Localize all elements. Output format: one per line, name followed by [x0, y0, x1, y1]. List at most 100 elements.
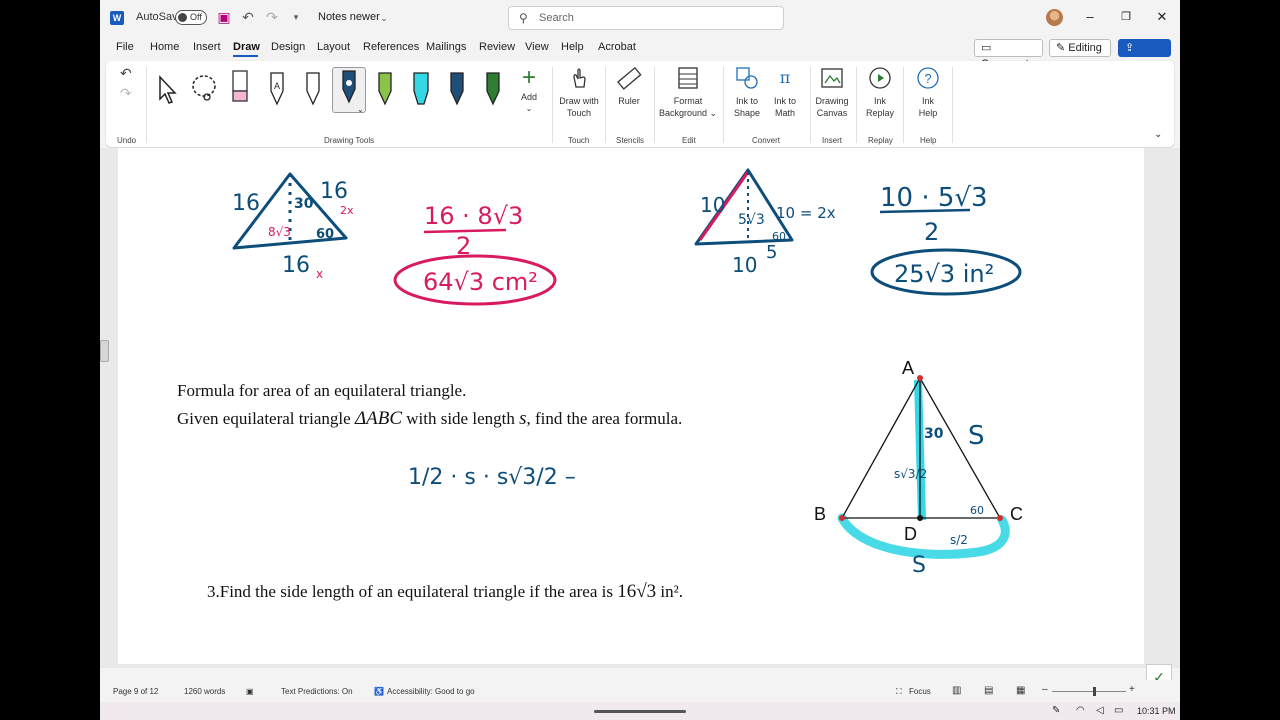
group-label-edit: Edit — [682, 136, 696, 145]
page-count[interactable]: Page 9 of 12 — [113, 687, 158, 696]
focus-mode[interactable]: Focus — [909, 687, 931, 696]
pen-blue-selected-icon[interactable] — [338, 69, 360, 105]
taskbar-handle[interactable] — [594, 710, 686, 713]
text-predictions[interactable]: Text Predictions: On — [281, 687, 353, 696]
drawing-canvas-label-1: Drawing — [815, 96, 849, 106]
tab-review[interactable]: Review — [479, 41, 515, 53]
ink-t2-base: 10 — [732, 253, 757, 277]
tab-insert[interactable]: Insert — [193, 41, 221, 53]
pen-navy-icon[interactable] — [446, 71, 468, 107]
ink-replay-button[interactable]: Ink Replay — [864, 65, 896, 119]
figure-point-c — [997, 515, 1003, 521]
pen-tray-icon[interactable]: ✎ — [1052, 705, 1060, 716]
minimize-icon[interactable]: – — [1082, 9, 1098, 25]
tab-home[interactable]: Home — [150, 41, 179, 53]
search-box[interactable]: ⚲ Search — [508, 6, 784, 30]
ink-layer[interactable]: 16 16 2x 30 60 8√3 16 x 16 · 8√3 2 64√3 … — [118, 148, 1144, 664]
accessibility-status[interactable]: Accessibility: Good to go — [387, 687, 475, 696]
read-mode-icon[interactable]: ▥ — [952, 685, 961, 696]
math-pi-icon: π — [780, 68, 791, 87]
title-chevron-icon[interactable]: ⌄ — [376, 10, 392, 26]
tab-file[interactable]: File — [116, 41, 134, 53]
select-objects-icon[interactable] — [156, 75, 180, 105]
ink-to-math-button[interactable]: π Ink to Math — [768, 65, 802, 119]
share-button[interactable]: ⇪ Share ⌄ — [1118, 39, 1171, 86]
close-icon[interactable]: ✕ — [1154, 9, 1170, 25]
web-layout-icon[interactable]: ▦ — [1016, 685, 1025, 696]
tab-help[interactable]: Help — [561, 41, 584, 53]
ruler-icon — [617, 66, 642, 90]
format-background-button[interactable]: Format Background ⌄ — [658, 65, 718, 119]
tab-mailings[interactable]: Mailings — [426, 41, 466, 53]
word-count[interactable]: 1260 words — [184, 687, 225, 696]
proofing-icon[interactable]: ▣ — [246, 687, 254, 696]
ink-t1-base: 16 — [282, 253, 310, 278]
document-title[interactable]: Notes newer — [318, 11, 380, 23]
volume-icon[interactable]: ◁ — [1096, 705, 1104, 716]
background-icon — [678, 67, 698, 89]
eraser-icon[interactable] — [230, 69, 250, 105]
zoom-out-icon[interactable]: – — [1042, 684, 1048, 695]
user-avatar[interactable] — [1046, 9, 1063, 26]
customize-qat-icon[interactable]: ▾ — [288, 9, 304, 25]
tab-references[interactable]: References — [363, 41, 419, 53]
pen-options-chevron-icon[interactable]: ⌄ — [357, 105, 364, 114]
tab-acrobat[interactable]: Acrobat — [598, 41, 636, 53]
ink-help-label-1: Ink — [921, 96, 934, 106]
zoom-slider[interactable] — [1052, 691, 1126, 692]
comments-button[interactable]: ▭ Comments — [974, 39, 1043, 70]
autosave-toggle[interactable]: Off — [175, 10, 207, 25]
tab-draw[interactable]: Draw — [233, 41, 260, 53]
pencil-green-icon[interactable] — [374, 71, 396, 107]
comment-icon: ▭ — [981, 42, 992, 54]
group-label-touch: Touch — [568, 136, 590, 145]
svg-text:A: A — [274, 81, 280, 91]
ribbon-separator — [723, 67, 724, 143]
shape-icon — [736, 67, 758, 89]
draw-with-touch-button[interactable]: Draw with Touch — [556, 65, 602, 119]
undo-icon[interactable]: ↶ — [240, 9, 256, 25]
navigation-pane-handle[interactable] — [100, 340, 109, 362]
pen-white-icon[interactable] — [302, 71, 324, 107]
highlight-base-arc — [837, 513, 1010, 559]
ink-help-button[interactable]: ? Ink Help — [912, 65, 944, 119]
search-icon: ⚲ — [519, 11, 528, 25]
add-label: Add — [520, 92, 537, 102]
print-layout-icon[interactable]: ▤ — [984, 685, 993, 696]
ribbon-separator — [552, 67, 553, 143]
zoom-slider-thumb[interactable] — [1093, 687, 1096, 696]
redo-icon[interactable]: ↷ — [264, 9, 280, 25]
restore-icon[interactable]: ❐ — [1118, 9, 1134, 25]
tab-view[interactable]: View — [525, 41, 549, 53]
clock[interactable]: 10:31 PM — [1137, 706, 1176, 716]
collapse-ribbon-icon[interactable]: ⌄ — [1154, 129, 1162, 140]
undo-ribbon-icon[interactable]: ↶ — [120, 65, 132, 82]
editing-mode-button[interactable]: ✎ Editing ⌄ — [1049, 39, 1111, 70]
status-bar: Page 9 of 12 1260 words ▣ Text Predictio… — [100, 680, 1180, 702]
ink-t1-altitude: 8√3 — [268, 225, 291, 239]
pen-green-icon[interactable] — [482, 71, 504, 107]
ruler-button[interactable]: Ruler — [612, 65, 646, 107]
drawing-canvas-button[interactable]: Drawing Canvas — [814, 65, 850, 119]
search-placeholder: Search — [539, 12, 574, 24]
group-label-insert: Insert — [822, 136, 843, 145]
zoom-in-icon[interactable]: + — [1129, 684, 1135, 695]
add-pen-button[interactable]: + Add ⌄ — [516, 65, 542, 115]
lasso-select-icon[interactable] — [190, 73, 220, 105]
battery-icon[interactable]: ▭ — [1114, 705, 1123, 716]
ribbon-separator — [810, 67, 811, 143]
draw-with-touch-label-1: Draw with — [559, 96, 599, 106]
highlighter-cyan-icon[interactable] — [410, 71, 432, 107]
ink-calc1-numerator: 16 · 8√3 — [424, 202, 523, 230]
save-icon[interactable]: ▣ — [216, 9, 232, 25]
redo-ribbon-icon[interactable]: ↷ — [120, 85, 132, 102]
pen-black-icon[interactable]: A — [266, 71, 288, 107]
wifi-icon[interactable]: ◠ — [1076, 705, 1085, 716]
tab-design[interactable]: Design — [271, 41, 305, 53]
add-chevron-icon: ⌄ — [525, 104, 533, 113]
format-background-label-2: Background — [658, 108, 707, 118]
focus-icon: ⛶ — [896, 687, 902, 696]
ink-to-shape-button[interactable]: Ink to Shape — [730, 65, 764, 119]
document-page[interactable]: Formula for area of an equilateral trian… — [118, 148, 1144, 664]
tab-layout[interactable]: Layout — [317, 41, 350, 53]
